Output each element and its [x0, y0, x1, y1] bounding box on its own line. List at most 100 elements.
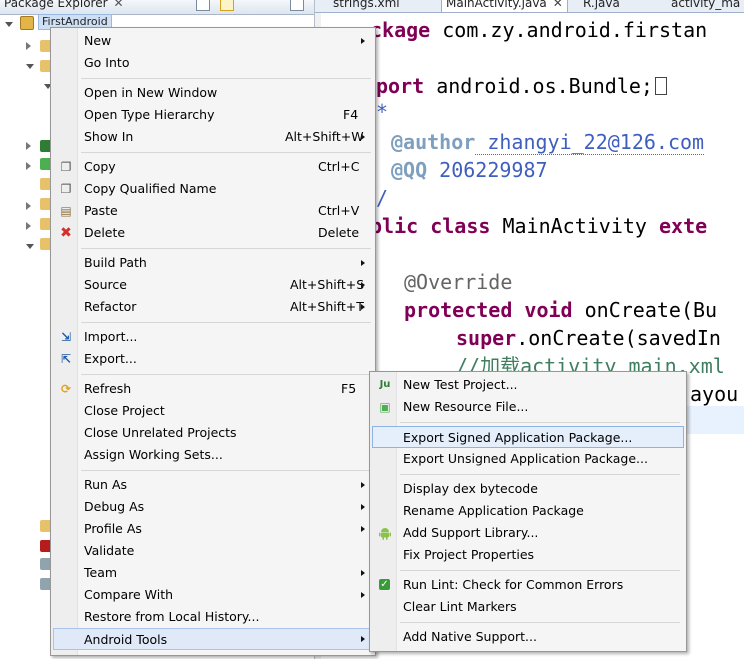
menu-item-label: New: [84, 33, 112, 48]
menu-item-label: Android Tools: [84, 632, 168, 647]
project-context-menu: New Go Into Open in New Window Open Type…: [50, 27, 376, 656]
menu-item-label: Close Project: [84, 403, 165, 418]
menu-item-refactor[interactable]: Refactor Alt+Shift+T: [53, 296, 371, 318]
menu-item-refresh[interactable]: ⟳ Refresh F5: [53, 378, 371, 400]
menu-item-label: Export...: [84, 351, 137, 366]
menu-item-label: Show In: [84, 129, 134, 144]
menu-item-label: Paste: [84, 203, 118, 218]
menu-separator: [81, 152, 371, 153]
expand-toggle-icon[interactable]: [26, 162, 31, 170]
expand-toggle-icon[interactable]: [26, 244, 34, 249]
minimize-icon[interactable]: [290, 0, 304, 11]
menu-item-label: Close Unrelated Projects: [84, 425, 237, 440]
menu-item-source[interactable]: Source Alt+Shift+S: [53, 274, 371, 296]
menu-item-clear-lint-markers[interactable]: Clear Lint Markers: [372, 596, 682, 618]
expand-toggle-icon[interactable]: [26, 202, 31, 210]
submenu-arrow-icon: [361, 570, 365, 576]
checkmark-icon: ✓: [379, 578, 390, 590]
menu-item-debug-as[interactable]: Debug As: [53, 496, 371, 518]
menu-item-close-unrelated-projects[interactable]: Close Unrelated Projects: [53, 422, 371, 444]
menu-item-run-lint[interactable]: ✓ Run Lint: Check for Common Errors: [372, 574, 682, 596]
menu-item-label: Open in New Window: [84, 85, 218, 100]
menu-item-run-as[interactable]: Run As: [53, 474, 371, 496]
expand-toggle-icon[interactable]: [5, 22, 13, 27]
code-line: ayou: [690, 382, 739, 406]
menu-item-export-signed-package[interactable]: Export Signed Application Package...: [372, 426, 684, 448]
code-line: @author zhangyi_22@126.com: [391, 130, 705, 155]
menu-item-close-project[interactable]: Close Project: [53, 400, 371, 422]
code-line: @QQ 206229987: [391, 158, 548, 182]
menu-item-export[interactable]: ⇱ Export...: [53, 348, 371, 370]
menu-accelerator: Delete: [318, 225, 360, 240]
package-explorer-tab[interactable]: Package Explorer ✕: [4, 0, 124, 10]
menu-item-copy[interactable]: ❐ Copy Ctrl+C: [53, 156, 371, 178]
link-with-editor-icon[interactable]: [220, 0, 234, 11]
menu-item-label: Export Unsigned Application Package...: [403, 451, 648, 466]
menu-item-label: New Test Project...: [403, 377, 518, 392]
menu-item-display-dex-bytecode[interactable]: Display dex bytecode: [372, 478, 682, 500]
package-explorer-header: Package Explorer ✕: [0, 0, 314, 15]
menu-item-show-in[interactable]: Show In Alt+Shift+W: [53, 126, 371, 148]
menu-item-label: Add Support Library...: [403, 525, 539, 540]
menu-item-new-resource-file[interactable]: ▣ New Resource File...: [372, 396, 682, 418]
code-line: *: [376, 100, 389, 124]
menu-item-go-into[interactable]: Go Into: [53, 52, 371, 74]
menu-item-label: Validate: [84, 543, 135, 558]
menu-separator: [81, 374, 371, 375]
code-line: blic class MainActivity exte: [370, 214, 708, 238]
menu-item-rename-application-package[interactable]: Rename Application Package: [372, 500, 682, 522]
menu-item-label: Export Signed Application Package...: [403, 430, 633, 445]
menu-accelerator: Ctrl+C: [318, 159, 360, 174]
submenu-arrow-icon: [361, 260, 365, 266]
menu-item-copy-qualified-name[interactable]: ❐ Copy Qualified Name: [53, 178, 371, 200]
menu-separator: [81, 248, 371, 249]
menu-item-assign-working-sets[interactable]: Assign Working Sets...: [53, 444, 371, 466]
expand-toggle-icon[interactable]: [26, 64, 34, 69]
code-line: protected void onCreate(Bu: [404, 298, 718, 322]
expand-toggle-icon[interactable]: [26, 142, 31, 150]
menu-item-label: Delete: [84, 225, 126, 240]
menu-item-label: Refactor: [84, 299, 137, 314]
menu-item-fix-project-properties[interactable]: Fix Project Properties: [372, 544, 682, 566]
menu-item-team[interactable]: Team: [53, 562, 371, 584]
menu-item-label: Refresh: [84, 381, 132, 396]
menu-item-label: Import...: [84, 329, 138, 344]
menu-item-validate[interactable]: Validate: [53, 540, 371, 562]
menu-item-label: Open Type Hierarchy: [84, 107, 215, 122]
menu-item-export-unsigned-package[interactable]: Export Unsigned Application Package...: [372, 448, 682, 470]
menu-item-label: Display dex bytecode: [403, 481, 538, 496]
new-resource-icon: ▣: [379, 400, 391, 414]
collapse-all-icon[interactable]: [196, 0, 210, 11]
expand-toggle-icon[interactable]: [26, 42, 31, 50]
copy-qualified-icon: ❐: [60, 182, 72, 196]
menu-item-import[interactable]: ⇲ Import...: [53, 326, 371, 348]
delete-icon: ✖: [60, 225, 72, 241]
menu-item-open-new-window[interactable]: Open in New Window: [53, 82, 371, 104]
copy-icon: ❐: [60, 160, 72, 174]
menu-item-android-tools[interactable]: Android Tools: [53, 628, 371, 650]
expand-toggle-icon[interactable]: [26, 222, 31, 230]
menu-item-compare-with[interactable]: Compare With: [53, 584, 371, 606]
menu-accelerator: Alt+Shift+T: [290, 299, 364, 314]
menu-item-new-test-project[interactable]: Ju New Test Project...: [372, 374, 682, 396]
menu-item-label: Copy: [84, 159, 116, 174]
menu-item-build-path[interactable]: Build Path: [53, 252, 371, 274]
menu-item-restore-local-history[interactable]: Restore from Local History...: [53, 606, 371, 628]
menu-item-delete[interactable]: ✖ Delete Delete: [53, 222, 371, 244]
menu-item-label: Build Path: [84, 255, 147, 270]
menu-item-open-type-hierarchy[interactable]: Open Type Hierarchy F4: [53, 104, 371, 126]
menu-item-add-native-support[interactable]: Add Native Support...: [372, 626, 682, 648]
close-icon[interactable]: ✕: [114, 0, 124, 10]
menu-item-paste[interactable]: ▤ Paste Ctrl+V: [53, 200, 371, 222]
menu-item-label: Assign Working Sets...: [84, 447, 223, 462]
android-project-icon: [20, 16, 34, 30]
code-line: /: [376, 186, 389, 210]
menu-item-label: Debug As: [84, 499, 145, 514]
submenu-arrow-icon: [361, 482, 365, 488]
menu-item-add-support-library[interactable]: Add Support Library...: [372, 522, 682, 544]
menu-accelerator: Alt+Shift+W: [285, 129, 364, 144]
menu-item-profile-as[interactable]: Profile As: [53, 518, 371, 540]
code-line: ckage com.zy.android.firstan: [370, 18, 708, 42]
menu-separator: [400, 570, 680, 571]
menu-item-new[interactable]: New: [53, 30, 371, 52]
